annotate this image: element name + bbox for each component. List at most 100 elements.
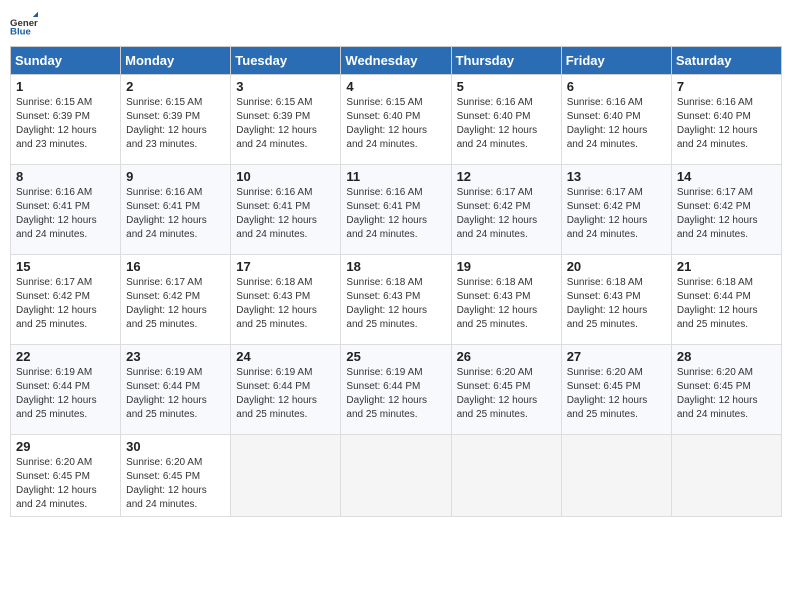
weekday-header: Thursday xyxy=(451,47,561,75)
calendar-cell: 28 Sunrise: 6:20 AMSunset: 6:45 PMDaylig… xyxy=(671,345,781,435)
cell-details: Sunrise: 6:17 AMSunset: 6:42 PMDaylight:… xyxy=(567,187,648,240)
calendar-cell xyxy=(341,435,451,517)
calendar-cell: 17 Sunrise: 6:18 AMSunset: 6:43 PMDaylig… xyxy=(231,255,341,345)
day-number: 28 xyxy=(677,349,776,364)
cell-details: Sunrise: 6:16 AMSunset: 6:41 PMDaylight:… xyxy=(346,187,427,240)
calendar-cell: 30 Sunrise: 6:20 AMSunset: 6:45 PMDaylig… xyxy=(121,435,231,517)
day-number: 3 xyxy=(236,79,335,94)
day-number: 5 xyxy=(457,79,556,94)
weekday-header: Tuesday xyxy=(231,47,341,75)
calendar-cell: 9 Sunrise: 6:16 AMSunset: 6:41 PMDayligh… xyxy=(121,165,231,255)
day-number: 13 xyxy=(567,169,666,184)
cell-details: Sunrise: 6:15 AMSunset: 6:39 PMDaylight:… xyxy=(126,97,207,150)
calendar-cell: 19 Sunrise: 6:18 AMSunset: 6:43 PMDaylig… xyxy=(451,255,561,345)
cell-details: Sunrise: 6:15 AMSunset: 6:39 PMDaylight:… xyxy=(16,97,97,150)
day-number: 21 xyxy=(677,259,776,274)
cell-details: Sunrise: 6:17 AMSunset: 6:42 PMDaylight:… xyxy=(677,187,758,240)
cell-details: Sunrise: 6:16 AMSunset: 6:41 PMDaylight:… xyxy=(126,187,207,240)
day-number: 4 xyxy=(346,79,445,94)
calendar-cell: 11 Sunrise: 6:16 AMSunset: 6:41 PMDaylig… xyxy=(341,165,451,255)
calendar-cell: 1 Sunrise: 6:15 AMSunset: 6:39 PMDayligh… xyxy=(11,75,121,165)
weekday-header: Friday xyxy=(561,47,671,75)
calendar-cell: 15 Sunrise: 6:17 AMSunset: 6:42 PMDaylig… xyxy=(11,255,121,345)
cell-details: Sunrise: 6:19 AMSunset: 6:44 PMDaylight:… xyxy=(346,367,427,420)
calendar-cell: 5 Sunrise: 6:16 AMSunset: 6:40 PMDayligh… xyxy=(451,75,561,165)
calendar-cell: 12 Sunrise: 6:17 AMSunset: 6:42 PMDaylig… xyxy=(451,165,561,255)
day-number: 1 xyxy=(16,79,115,94)
weekday-header: Saturday xyxy=(671,47,781,75)
calendar-cell: 6 Sunrise: 6:16 AMSunset: 6:40 PMDayligh… xyxy=(561,75,671,165)
calendar-cell: 26 Sunrise: 6:20 AMSunset: 6:45 PMDaylig… xyxy=(451,345,561,435)
calendar-cell: 4 Sunrise: 6:15 AMSunset: 6:40 PMDayligh… xyxy=(341,75,451,165)
cell-details: Sunrise: 6:16 AMSunset: 6:40 PMDaylight:… xyxy=(567,97,648,150)
day-number: 10 xyxy=(236,169,335,184)
calendar-week-row: 29 Sunrise: 6:20 AMSunset: 6:45 PMDaylig… xyxy=(11,435,782,517)
cell-details: Sunrise: 6:15 AMSunset: 6:40 PMDaylight:… xyxy=(346,97,427,150)
cell-details: Sunrise: 6:18 AMSunset: 6:43 PMDaylight:… xyxy=(567,277,648,330)
calendar-cell: 21 Sunrise: 6:18 AMSunset: 6:44 PMDaylig… xyxy=(671,255,781,345)
calendar-cell xyxy=(561,435,671,517)
cell-details: Sunrise: 6:16 AMSunset: 6:40 PMDaylight:… xyxy=(677,97,758,150)
cell-details: Sunrise: 6:17 AMSunset: 6:42 PMDaylight:… xyxy=(126,277,207,330)
cell-details: Sunrise: 6:20 AMSunset: 6:45 PMDaylight:… xyxy=(677,367,758,420)
calendar-cell: 20 Sunrise: 6:18 AMSunset: 6:43 PMDaylig… xyxy=(561,255,671,345)
day-number: 23 xyxy=(126,349,225,364)
day-number: 17 xyxy=(236,259,335,274)
logo-icon: General Blue xyxy=(10,10,38,38)
calendar-table: SundayMondayTuesdayWednesdayThursdayFrid… xyxy=(10,46,782,517)
day-number: 8 xyxy=(16,169,115,184)
calendar-cell: 24 Sunrise: 6:19 AMSunset: 6:44 PMDaylig… xyxy=(231,345,341,435)
cell-details: Sunrise: 6:18 AMSunset: 6:44 PMDaylight:… xyxy=(677,277,758,330)
svg-text:Blue: Blue xyxy=(10,27,31,38)
weekday-header: Monday xyxy=(121,47,231,75)
weekday-header: Wednesday xyxy=(341,47,451,75)
calendar-cell: 14 Sunrise: 6:17 AMSunset: 6:42 PMDaylig… xyxy=(671,165,781,255)
day-number: 6 xyxy=(567,79,666,94)
day-number: 19 xyxy=(457,259,556,274)
cell-details: Sunrise: 6:19 AMSunset: 6:44 PMDaylight:… xyxy=(16,367,97,420)
calendar-cell: 23 Sunrise: 6:19 AMSunset: 6:44 PMDaylig… xyxy=(121,345,231,435)
day-number: 20 xyxy=(567,259,666,274)
cell-details: Sunrise: 6:19 AMSunset: 6:44 PMDaylight:… xyxy=(126,367,207,420)
calendar-cell: 13 Sunrise: 6:17 AMSunset: 6:42 PMDaylig… xyxy=(561,165,671,255)
cell-details: Sunrise: 6:19 AMSunset: 6:44 PMDaylight:… xyxy=(236,367,317,420)
logo: General Blue xyxy=(10,10,42,38)
day-number: 27 xyxy=(567,349,666,364)
day-number: 7 xyxy=(677,79,776,94)
day-number: 15 xyxy=(16,259,115,274)
calendar-body: 1 Sunrise: 6:15 AMSunset: 6:39 PMDayligh… xyxy=(11,75,782,517)
calendar-cell: 7 Sunrise: 6:16 AMSunset: 6:40 PMDayligh… xyxy=(671,75,781,165)
cell-details: Sunrise: 6:20 AMSunset: 6:45 PMDaylight:… xyxy=(16,457,97,510)
calendar-cell: 3 Sunrise: 6:15 AMSunset: 6:39 PMDayligh… xyxy=(231,75,341,165)
day-number: 18 xyxy=(346,259,445,274)
cell-details: Sunrise: 6:18 AMSunset: 6:43 PMDaylight:… xyxy=(236,277,317,330)
day-number: 2 xyxy=(126,79,225,94)
calendar-cell xyxy=(451,435,561,517)
cell-details: Sunrise: 6:20 AMSunset: 6:45 PMDaylight:… xyxy=(567,367,648,420)
calendar-week-row: 8 Sunrise: 6:16 AMSunset: 6:41 PMDayligh… xyxy=(11,165,782,255)
day-number: 30 xyxy=(126,439,225,454)
calendar-header-row: SundayMondayTuesdayWednesdayThursdayFrid… xyxy=(11,47,782,75)
day-number: 9 xyxy=(126,169,225,184)
calendar-cell: 29 Sunrise: 6:20 AMSunset: 6:45 PMDaylig… xyxy=(11,435,121,517)
calendar-cell: 16 Sunrise: 6:17 AMSunset: 6:42 PMDaylig… xyxy=(121,255,231,345)
cell-details: Sunrise: 6:18 AMSunset: 6:43 PMDaylight:… xyxy=(346,277,427,330)
calendar-cell: 10 Sunrise: 6:16 AMSunset: 6:41 PMDaylig… xyxy=(231,165,341,255)
cell-details: Sunrise: 6:16 AMSunset: 6:41 PMDaylight:… xyxy=(236,187,317,240)
day-number: 11 xyxy=(346,169,445,184)
calendar-cell: 27 Sunrise: 6:20 AMSunset: 6:45 PMDaylig… xyxy=(561,345,671,435)
day-number: 29 xyxy=(16,439,115,454)
calendar-week-row: 15 Sunrise: 6:17 AMSunset: 6:42 PMDaylig… xyxy=(11,255,782,345)
calendar-cell: 25 Sunrise: 6:19 AMSunset: 6:44 PMDaylig… xyxy=(341,345,451,435)
calendar-cell xyxy=(671,435,781,517)
weekday-header: Sunday xyxy=(11,47,121,75)
day-number: 22 xyxy=(16,349,115,364)
day-number: 14 xyxy=(677,169,776,184)
day-number: 16 xyxy=(126,259,225,274)
cell-details: Sunrise: 6:18 AMSunset: 6:43 PMDaylight:… xyxy=(457,277,538,330)
day-number: 25 xyxy=(346,349,445,364)
day-number: 12 xyxy=(457,169,556,184)
cell-details: Sunrise: 6:17 AMSunset: 6:42 PMDaylight:… xyxy=(457,187,538,240)
cell-details: Sunrise: 6:20 AMSunset: 6:45 PMDaylight:… xyxy=(126,457,207,510)
day-number: 26 xyxy=(457,349,556,364)
